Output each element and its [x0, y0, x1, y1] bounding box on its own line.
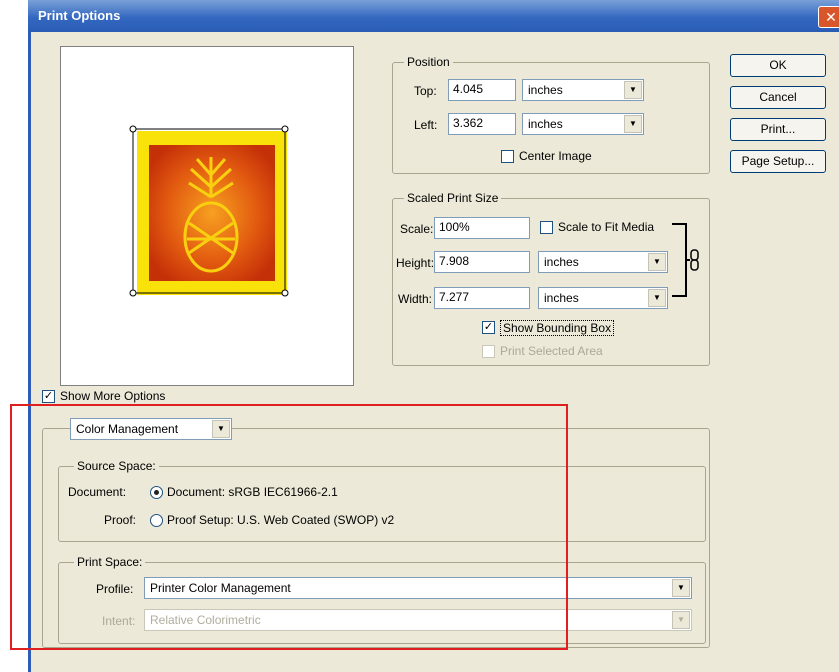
height-unit-value: inches — [544, 255, 579, 269]
print-button[interactable]: Print... — [730, 118, 826, 141]
print-selected-area-label: Print Selected Area — [500, 344, 603, 358]
position-label: Position — [404, 55, 453, 69]
resize-handle[interactable] — [281, 125, 289, 133]
left-label: Left: — [414, 118, 438, 132]
dialog-title: Print Options — [38, 8, 121, 23]
resize-handle[interactable] — [129, 125, 137, 133]
center-image-checkbox[interactable] — [501, 150, 514, 163]
chevron-down-icon: ▼ — [648, 289, 666, 307]
close-icon: ✕ — [825, 9, 837, 25]
top-input[interactable]: 4.045 — [448, 79, 516, 101]
chevron-down-icon: ▼ — [624, 115, 642, 133]
height-label: Height: — [396, 256, 435, 270]
show-more-options-label: Show More Options — [60, 389, 166, 403]
left-input[interactable]: 3.362 — [448, 113, 516, 135]
scale-label: Scale: — [400, 222, 434, 236]
scale-input[interactable]: 100% — [434, 217, 530, 239]
top-unit-select[interactable]: inches ▼ — [522, 79, 644, 101]
width-unit-select[interactable]: inches ▼ — [538, 287, 668, 309]
cancel-button[interactable]: Cancel — [730, 86, 826, 109]
top-unit-value: inches — [528, 83, 563, 97]
chevron-down-icon: ▼ — [672, 611, 690, 629]
highlight-box — [10, 404, 568, 650]
chevron-down-icon: ▼ — [672, 579, 690, 597]
print-preview — [60, 46, 354, 386]
top-label: Top: — [414, 84, 437, 98]
height-input[interactable]: 7.908 — [434, 251, 530, 273]
width-input[interactable]: 7.277 — [434, 287, 530, 309]
width-unit-value: inches — [544, 291, 579, 305]
preview-image — [129, 125, 289, 297]
resize-handle[interactable] — [281, 289, 289, 297]
width-label: Width: — [398, 292, 433, 306]
close-button[interactable]: ✕ — [818, 6, 839, 28]
chevron-down-icon: ▼ — [648, 253, 666, 271]
scaled-print-size-label: Scaled Print Size — [404, 191, 502, 205]
scale-to-fit-label: Scale to Fit Media — [558, 220, 655, 234]
page-setup-button[interactable]: Page Setup... — [730, 150, 826, 173]
ok-button[interactable]: OK — [730, 54, 826, 77]
link-icon[interactable] — [670, 222, 704, 302]
center-image-label: Center Image — [519, 149, 592, 163]
left-unit-select[interactable]: inches ▼ — [522, 113, 644, 135]
chevron-down-icon: ▼ — [624, 81, 642, 99]
show-more-options-checkbox[interactable]: ✓ — [42, 390, 55, 403]
resize-handle[interactable] — [129, 289, 137, 297]
scale-to-fit-checkbox[interactable] — [540, 221, 553, 234]
print-selected-area-checkbox — [482, 345, 495, 358]
title-bar[interactable] — [28, 0, 839, 32]
show-bounding-box-label: Show Bounding Box — [500, 320, 615, 336]
left-unit-value: inches — [528, 117, 563, 131]
height-unit-select[interactable]: inches ▼ — [538, 251, 668, 273]
show-bounding-box-checkbox[interactable]: ✓ — [482, 321, 495, 334]
